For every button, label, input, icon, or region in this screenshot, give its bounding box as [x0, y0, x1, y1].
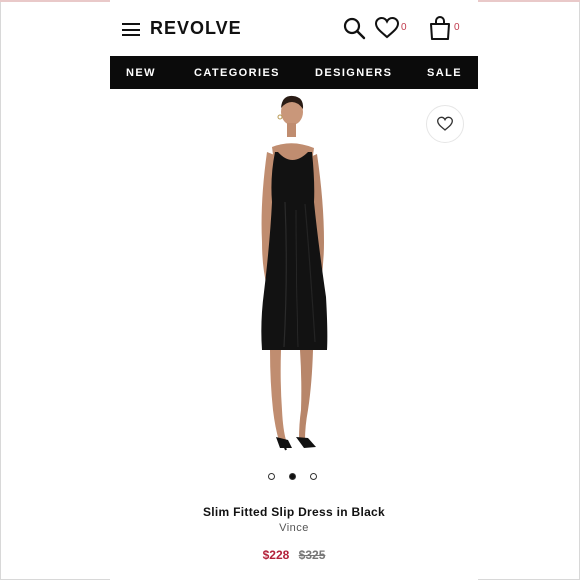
carousel-dot-2[interactable] [289, 473, 296, 480]
sale-price: $228 [262, 548, 290, 562]
product-brand[interactable]: Vince [110, 522, 478, 534]
heart-icon[interactable] [374, 16, 400, 40]
menu-icon[interactable] [122, 23, 140, 36]
nav-categories[interactable]: CATEGORIES [194, 67, 280, 79]
carousel-dot-3[interactable] [310, 473, 317, 480]
price-block: $228 $325 [110, 548, 478, 562]
wishlist-button[interactable] [426, 105, 464, 143]
original-price: $325 [298, 548, 326, 562]
heart-outline-icon [436, 116, 454, 131]
product-image[interactable] [110, 92, 478, 462]
nav-sale[interactable]: SALE [427, 67, 462, 79]
carousel-dots [268, 473, 328, 483]
logo[interactable]: REVOLVE [150, 18, 242, 39]
nav-designers[interactable]: DESIGNERS [315, 67, 392, 79]
product-name[interactable]: Slim Fitted Slip Dress in Black [110, 505, 478, 519]
nav-new[interactable]: NEW [126, 67, 156, 79]
category-nav: NEW CATEGORIES DESIGNERS SALE [110, 56, 478, 89]
mobile-screen: REVOLVE 0 0 NEW CATEGORIES DESIGNERS SAL… [110, 0, 478, 580]
favorites-count: 0 [401, 22, 407, 33]
bag-icon[interactable] [428, 15, 452, 41]
bag-count: 0 [454, 22, 460, 33]
carousel-dot-1[interactable] [268, 473, 275, 480]
header: REVOLVE 0 0 [110, 10, 478, 50]
search-icon[interactable] [342, 16, 366, 40]
